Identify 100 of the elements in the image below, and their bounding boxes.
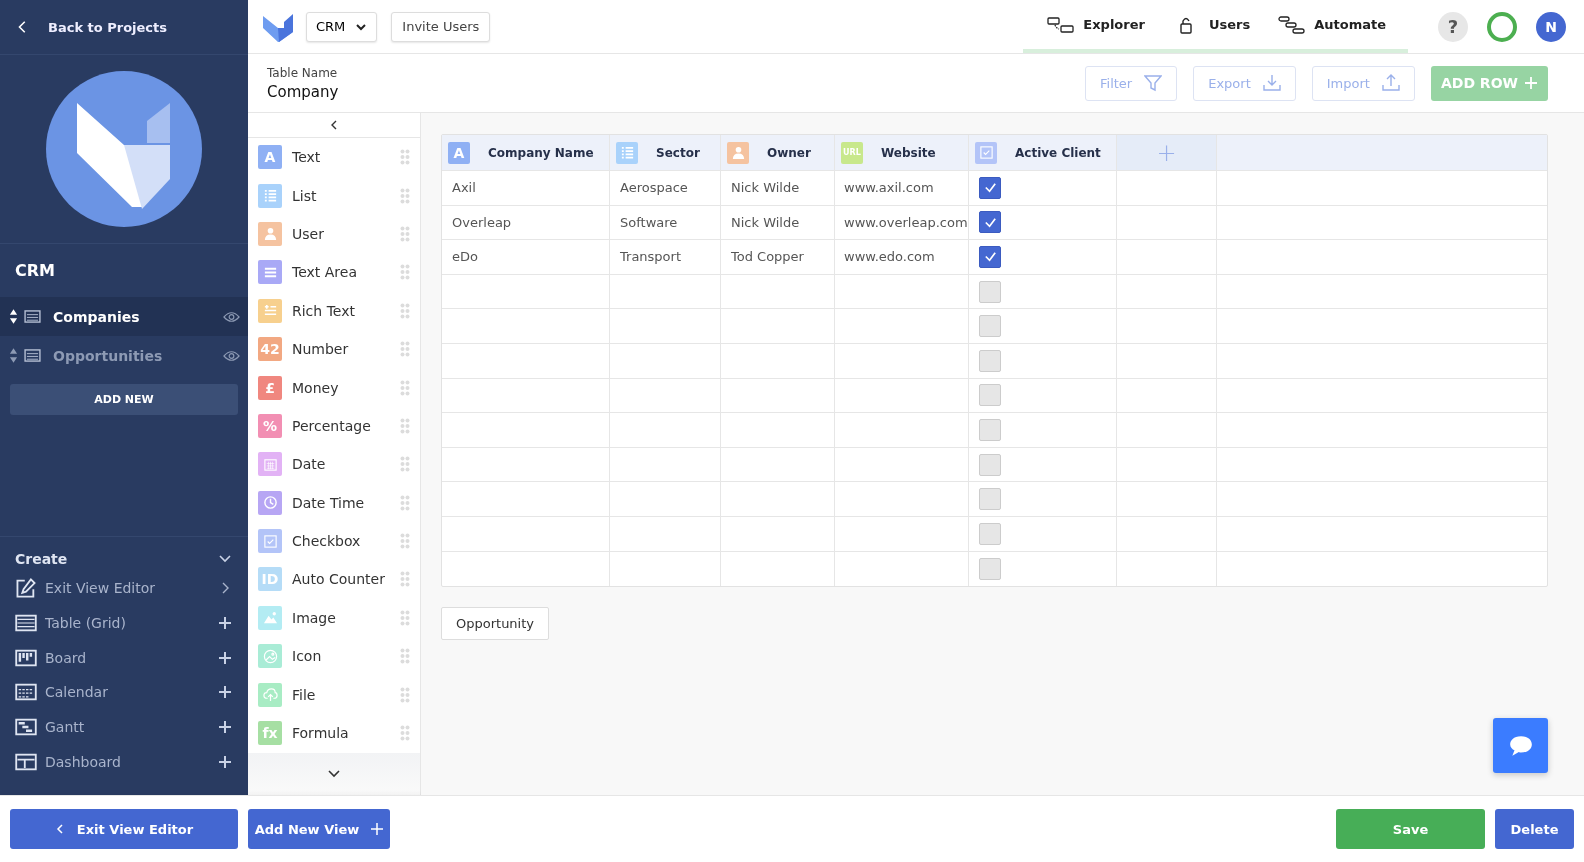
- column-header[interactable]: Owner: [721, 135, 835, 170]
- field-type-item[interactable]: Checkbox: [248, 521, 420, 561]
- create-section-toggle[interactable]: Create: [0, 546, 248, 571]
- plus-icon: [371, 823, 384, 835]
- drag-handle-icon[interactable]: [400, 494, 410, 511]
- field-type-item[interactable]: Date: [248, 445, 420, 484]
- checkbox[interactable]: [979, 176, 1001, 199]
- checkbox[interactable]: [979, 246, 1001, 268]
- column-header[interactable]: A Company Name: [442, 135, 610, 170]
- column-header[interactable]: URL Website: [835, 135, 969, 170]
- table-cell: Transport: [620, 249, 681, 265]
- field-type-item[interactable]: % Percentage: [248, 406, 420, 446]
- invite-users-button[interactable]: Invite Users: [391, 11, 491, 42]
- eye-icon[interactable]: [223, 349, 240, 362]
- create-item[interactable]: Calendar: [0, 674, 248, 710]
- field-type-item[interactable]: Icon: [248, 637, 420, 676]
- field-type-icon: %: [258, 413, 282, 438]
- project-title: CRM: [14, 260, 56, 282]
- help-button[interactable]: ?: [1438, 11, 1468, 42]
- table-cell: Tod Copper: [731, 249, 804, 265]
- field-type-item[interactable]: fx Formula: [248, 713, 420, 753]
- sort-icon[interactable]: [9, 308, 18, 325]
- field-type-item[interactable]: List: [248, 176, 420, 215]
- delete-button[interactable]: Delete: [1495, 809, 1574, 849]
- scroll-down-button[interactable]: [248, 753, 420, 795]
- table-cell: Axil: [452, 180, 476, 196]
- linked-table-button[interactable]: Opportunity: [441, 607, 549, 641]
- app-logo: [262, 11, 294, 42]
- create-item[interactable]: Exit View Editor: [0, 570, 248, 606]
- table-cell: Aerospace: [620, 180, 688, 196]
- drag-handle-icon[interactable]: [400, 456, 410, 473]
- table-cell: Overleap: [452, 214, 512, 230]
- view-item[interactable]: Opportunities: [0, 336, 248, 375]
- drag-handle-icon[interactable]: [400, 417, 410, 434]
- field-type-icon: A: [258, 145, 282, 170]
- field-type-icon: fx: [258, 721, 282, 746]
- field-type-item[interactable]: User: [248, 214, 420, 254]
- drag-handle-icon[interactable]: [400, 379, 410, 396]
- column-type-icon: URL: [841, 141, 863, 164]
- table-cell: www.overleap.com: [844, 214, 968, 230]
- project-dropdown[interactable]: CRM: [306, 11, 378, 42]
- table-cell: Nick Wilde: [731, 180, 800, 196]
- drag-handle-icon[interactable]: [400, 571, 410, 588]
- create-item[interactable]: Board: [0, 640, 248, 675]
- field-type-item[interactable]: £ Money: [248, 368, 420, 407]
- drag-handle-icon[interactable]: [400, 149, 410, 166]
- funnel-icon: [1144, 74, 1163, 92]
- table-cell: www.edo.com: [844, 249, 935, 265]
- table-cell: Nick Wilde: [731, 214, 800, 230]
- field-type-item[interactable]: 42 Number: [248, 329, 420, 369]
- plus-icon: [1524, 76, 1538, 90]
- column-header[interactable]: Active Client: [969, 135, 1117, 170]
- field-type-item[interactable]: ID Auto Counter: [248, 560, 420, 599]
- table-icon: [24, 349, 41, 362]
- field-type-icon: 42: [258, 337, 282, 362]
- drag-handle-icon[interactable]: [400, 686, 410, 703]
- chevron-left-icon: [329, 120, 339, 130]
- view-item[interactable]: Companies: [0, 297, 248, 336]
- field-type-item[interactable]: Image: [248, 598, 420, 638]
- field-type-item[interactable]: Rich Text: [248, 291, 420, 330]
- drag-handle-icon[interactable]: [400, 609, 410, 626]
- user-avatar[interactable]: N: [1536, 11, 1566, 42]
- nav-tab[interactable]: Users: [1158, 0, 1265, 49]
- table-cell: eDo: [452, 249, 478, 265]
- drag-handle-icon[interactable]: [400, 341, 410, 358]
- nav-tab[interactable]: Automate: [1264, 0, 1400, 49]
- create-item[interactable]: Gantt: [0, 709, 248, 745]
- windows-icon: [1047, 15, 1076, 34]
- add-new-button[interactable]: ADD NEW: [10, 384, 238, 415]
- column-header[interactable]: Sector: [610, 135, 721, 170]
- checkbox[interactable]: [979, 211, 1001, 234]
- table-cell: www.axil.com: [844, 180, 934, 196]
- drag-handle-icon[interactable]: [400, 725, 410, 742]
- table-icon: [24, 310, 41, 323]
- field-type-item[interactable]: Date Time: [248, 483, 420, 522]
- drag-handle-icon[interactable]: [400, 264, 410, 281]
- eye-icon[interactable]: [223, 310, 240, 323]
- table-cell: Software: [620, 214, 678, 230]
- field-type-icon: ID: [258, 567, 282, 592]
- field-type-item[interactable]: Text Area: [248, 253, 420, 292]
- flow-icon: [1278, 15, 1307, 34]
- drag-handle-icon[interactable]: [400, 302, 410, 319]
- chat-button[interactable]: [1493, 718, 1548, 773]
- field-type-icon: £: [258, 375, 282, 400]
- create-item[interactable]: Table (Grid): [0, 605, 248, 641]
- column-type-icon: A: [448, 141, 470, 164]
- table-name-label: Table Name: [267, 65, 339, 80]
- nav-tab[interactable]: Explorer: [1033, 0, 1159, 49]
- status-ring-icon: [1486, 10, 1518, 43]
- field-type-item[interactable]: A Text: [248, 138, 420, 177]
- create-item[interactable]: Dashboard: [0, 744, 248, 779]
- download-icon: [1262, 74, 1281, 92]
- drag-handle-icon[interactable]: [400, 533, 410, 550]
- upload-icon: [1381, 74, 1400, 92]
- drag-handle-icon[interactable]: [400, 225, 410, 242]
- exit-view-editor-button[interactable]: Exit View Editor: [10, 809, 238, 849]
- drag-handle-icon[interactable]: [400, 648, 410, 665]
- drag-handle-icon[interactable]: [400, 187, 410, 204]
- field-type-item[interactable]: File: [248, 675, 420, 714]
- add-new-view-button[interactable]: Add New View: [248, 809, 390, 849]
